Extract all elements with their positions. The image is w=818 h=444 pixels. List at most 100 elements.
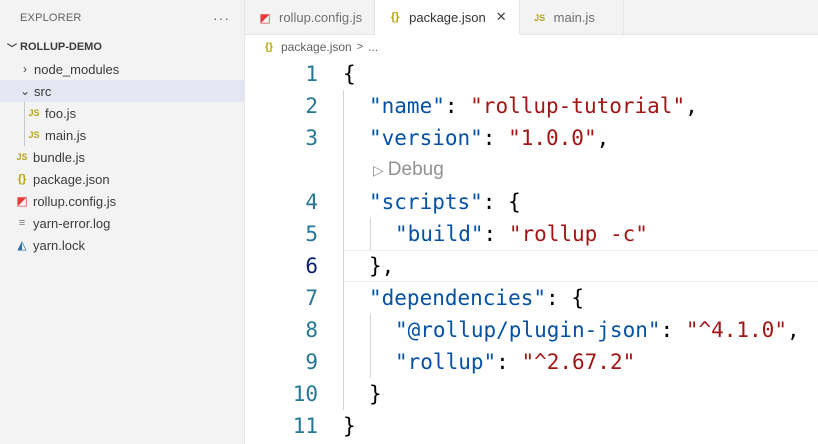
rollup-file-icon: ◩ bbox=[259, 10, 271, 25]
json-string: "^4.1.0" bbox=[685, 318, 787, 342]
tree-item-rollup-config[interactable]: ◩ rollup.config.js bbox=[0, 190, 244, 212]
tree-item-label: package.json bbox=[33, 171, 110, 187]
code-text: } bbox=[343, 414, 356, 438]
js-file-icon: JS bbox=[28, 130, 40, 140]
json-key: "version" bbox=[369, 126, 483, 150]
code-line: 5 "build": "rollup -c" bbox=[245, 218, 818, 250]
colon: : bbox=[546, 286, 572, 310]
tab-label: main.js bbox=[553, 10, 595, 25]
indent-guide bbox=[343, 154, 344, 186]
line-number: 3 bbox=[305, 126, 318, 150]
line-number: 10 bbox=[292, 382, 318, 406]
code-text: "dependencies": { bbox=[369, 286, 584, 310]
debug-codelens[interactable]: ▷ Debug bbox=[373, 159, 444, 181]
code-line: 1 { bbox=[245, 58, 818, 90]
colon: : bbox=[483, 222, 509, 246]
js-file-icon: JS bbox=[534, 12, 546, 23]
indent-guide bbox=[343, 346, 344, 378]
colon: : bbox=[496, 350, 522, 374]
tree-item-package-json[interactable]: {} package.json bbox=[0, 168, 244, 190]
indent-guide bbox=[24, 102, 25, 124]
colon: : bbox=[482, 126, 509, 150]
line-number: 8 bbox=[305, 318, 318, 342]
json-string: "rollup -c" bbox=[508, 222, 648, 246]
json-file-icon: {} bbox=[265, 41, 273, 53]
comma: , bbox=[685, 94, 698, 118]
codelens-label: Debug bbox=[387, 159, 444, 180]
indent-guide bbox=[343, 250, 344, 282]
code-line: 11 } bbox=[245, 410, 818, 442]
indent-guide bbox=[343, 282, 344, 314]
tree-item-label: main.js bbox=[45, 127, 87, 143]
code-text: } bbox=[369, 382, 382, 406]
close-icon[interactable]: ✕ bbox=[496, 9, 507, 25]
chevron-down-icon: ﹀ bbox=[7, 43, 17, 55]
tree-item-src[interactable]: ⌄ src bbox=[0, 80, 244, 102]
code-line: 3 "version": "1.0.0", bbox=[245, 122, 818, 154]
code-line: 10 } bbox=[245, 378, 818, 410]
codelens-line: ▷ Debug bbox=[245, 154, 818, 186]
line-number: 5 bbox=[305, 222, 318, 246]
code-text: { bbox=[343, 62, 356, 86]
indent-guide bbox=[370, 346, 371, 378]
play-icon: ▷ bbox=[373, 162, 384, 178]
tree-item-yarn-error-log[interactable]: ≡ yarn-error.log bbox=[0, 212, 244, 234]
chevron-down-icon: ⌄ bbox=[19, 84, 31, 98]
tree-item-main-js[interactable]: JS main.js bbox=[0, 124, 244, 146]
line-number: 11 bbox=[292, 414, 318, 438]
current-line-highlight bbox=[342, 250, 818, 282]
breadcrumb-symbol[interactable]: ... bbox=[368, 40, 378, 54]
breadcrumb-file[interactable]: package.json bbox=[281, 40, 352, 54]
yarn-file-icon: ◭ bbox=[17, 238, 27, 252]
tree-item-label: bundle.js bbox=[33, 149, 86, 165]
tree-item-bundle-js[interactable]: JS bundle.js bbox=[0, 146, 244, 168]
indent-guide bbox=[343, 122, 344, 154]
workspace-root-label: ROLLUP-DEMO bbox=[20, 41, 102, 53]
tab-rollup-config[interactable]: ◩ rollup.config.js bbox=[245, 0, 376, 35]
tree-item-label: rollup.config.js bbox=[33, 193, 117, 209]
comma: , bbox=[596, 126, 610, 150]
more-actions-icon[interactable]: ··· bbox=[213, 10, 230, 26]
tree-item-label: foo.js bbox=[45, 105, 77, 121]
tab-label: rollup.config.js bbox=[279, 10, 363, 25]
indent-guide bbox=[370, 218, 371, 250]
colon: : bbox=[660, 318, 686, 342]
brace: { bbox=[508, 190, 521, 214]
colon: : bbox=[444, 94, 471, 118]
brace: { bbox=[343, 62, 356, 86]
comma: , bbox=[786, 318, 800, 342]
indent-guide bbox=[343, 378, 344, 410]
code-line: 9 "rollup": "^2.67.2" bbox=[245, 346, 818, 378]
line-number: 1 bbox=[305, 62, 318, 86]
line-number: 4 bbox=[305, 190, 318, 214]
indent-guide bbox=[343, 314, 344, 346]
tab-main-js[interactable]: JS main.js bbox=[520, 0, 624, 35]
line-number: 7 bbox=[305, 286, 318, 310]
code-editor[interactable]: 1 { 2 "name": "rollup-tutorial", 3 "vers… bbox=[245, 58, 818, 444]
json-key: "dependencies" bbox=[369, 286, 547, 310]
json-string: "^2.67.2" bbox=[521, 350, 636, 374]
tree-item-node-modules[interactable]: › node_modules bbox=[0, 58, 244, 80]
json-key: "name" bbox=[369, 94, 445, 118]
code-text: "scripts": { bbox=[369, 190, 521, 214]
brace: }, bbox=[369, 254, 395, 278]
code-line: 4 "scripts": { bbox=[245, 186, 818, 218]
code-text: "version": "1.0.0", bbox=[369, 126, 609, 150]
json-string: "1.0.0" bbox=[508, 126, 597, 150]
explorer-sidebar: EXPLORER ··· ﹀ ROLLUP-DEMO › node_module… bbox=[0, 0, 245, 444]
line-number: 9 bbox=[305, 350, 318, 374]
brace: } bbox=[369, 382, 382, 406]
tree-item-yarn-lock[interactable]: ◭ yarn.lock bbox=[0, 234, 244, 256]
tree-item-label: yarn-error.log bbox=[33, 215, 111, 231]
code-text: "@rollup/plugin-json": "^4.1.0", bbox=[395, 318, 800, 342]
indent-guide bbox=[343, 186, 344, 218]
code-line: 7 "dependencies": { bbox=[245, 282, 818, 314]
indent-guide bbox=[343, 90, 344, 122]
explorer-header: EXPLORER ··· bbox=[0, 0, 244, 36]
editor-tabs: ◩ rollup.config.js {} package.json ✕ JS … bbox=[245, 0, 818, 35]
tab-package-json[interactable]: {} package.json ✕ bbox=[375, 0, 520, 35]
code-text: "name": "rollup-tutorial", bbox=[369, 94, 698, 118]
workspace-root[interactable]: ﹀ ROLLUP-DEMO bbox=[0, 36, 244, 58]
tree-item-foo-js[interactable]: JS foo.js bbox=[0, 102, 244, 124]
line-number: 6 bbox=[305, 254, 318, 278]
